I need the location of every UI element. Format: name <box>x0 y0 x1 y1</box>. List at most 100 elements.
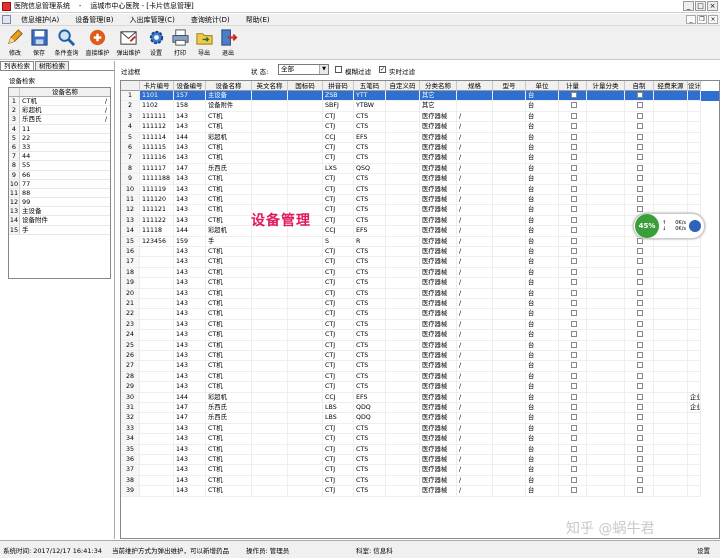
self-made-checkbox[interactable] <box>625 111 654 123</box>
self-made-checkbox[interactable] <box>625 392 654 403</box>
export-button[interactable]: 导出 <box>193 26 215 57</box>
table-row[interactable]: 10 111119 143 CT机 CTJ CTS 医疗器械 / 台 <box>121 184 719 195</box>
table-row[interactable]: 2 1102 158 设备附件 SBFJ YTBW 其它 台 <box>121 101 719 112</box>
metering-checkbox[interactable] <box>559 132 587 143</box>
column-header[interactable]: 计量分类 <box>587 81 625 91</box>
list-item[interactable]: 7 44 <box>9 152 110 162</box>
table-row[interactable]: 18 143 CT机 CTJ CTS 医疗器械 / 台 <box>121 267 719 279</box>
self-made-checkbox[interactable] <box>625 288 654 299</box>
metering-checkbox[interactable] <box>559 330 587 341</box>
self-made-checkbox[interactable] <box>625 101 654 112</box>
fuzzy-filter-checkbox[interactable] <box>335 66 342 73</box>
menu-info-maintain[interactable]: 信息维护(A) <box>13 15 67 25</box>
column-header[interactable]: 经费来源 <box>654 81 688 91</box>
metering-checkbox[interactable] <box>559 111 587 123</box>
self-made-checkbox[interactable] <box>625 382 654 393</box>
table-row[interactable]: 12 111121 143 CT机 CTJ CTS 医疗器械 / 台 <box>121 205 719 216</box>
table-row[interactable]: 20 143 CT机 CTJ CTS 医疗器械 / 台 <box>121 288 719 299</box>
metering-checkbox[interactable] <box>559 288 587 299</box>
table-row[interactable]: 21 143 CT机 CTJ CTS 医疗器械 / 台 <box>121 299 719 310</box>
metering-checkbox[interactable] <box>559 361 587 372</box>
condition-query-button[interactable]: 条件查询 <box>52 26 81 57</box>
realtime-filter-checkbox[interactable]: ✓ <box>379 66 386 73</box>
menu-help[interactable]: 帮助(E) <box>238 15 278 25</box>
metering-checkbox[interactable] <box>559 319 587 331</box>
metering-checkbox[interactable] <box>559 236 587 247</box>
self-made-checkbox[interactable] <box>625 371 654 383</box>
metering-checkbox[interactable] <box>559 143 587 154</box>
table-row[interactable]: 13 111122 143 CT机 CTJ CTS 医疗器械 / 台 <box>121 215 719 227</box>
table-row[interactable]: 9 1111188 143 CT机 CTJ CTS 医疗器械 / 台 <box>121 174 719 185</box>
table-row[interactable]: 7 111116 143 CT机 CTJ CTS 医疗器械 / 台 <box>121 153 719 164</box>
list-item[interactable]: 12 99 <box>9 198 110 208</box>
popup-maintain-button[interactable]: 弹出维护 <box>114 26 143 57</box>
column-header[interactable]: 英文名称 <box>252 81 288 91</box>
list-item[interactable]: 10 77 <box>9 179 110 189</box>
table-row[interactable]: 1 1101 157 主设备 ZSB YTT 其它 台 <box>121 91 719 102</box>
table-row[interactable]: 28 143 CT机 CTJ CTS 医疗器械 / 台 <box>121 371 719 383</box>
metering-checkbox[interactable] <box>559 195 587 206</box>
self-made-checkbox[interactable] <box>625 184 654 195</box>
self-made-checkbox[interactable] <box>625 163 654 175</box>
self-made-checkbox[interactable] <box>625 122 654 133</box>
tab-list-search[interactable]: 列表检索 <box>0 61 34 70</box>
card-grid[interactable]: 卡片编号 设备编号 设备名称 英文名称 国标码 拼音码 五笔码 自定义码 分类名称 规格 型号 单位计… <box>120 80 720 539</box>
settings-link[interactable]: 设置 <box>697 545 710 555</box>
table-row[interactable]: 4 111112 143 CT机 CTJ CTS 医疗器械 / 台 <box>121 122 719 133</box>
self-made-checkbox[interactable] <box>625 351 654 362</box>
self-made-checkbox[interactable] <box>625 413 654 424</box>
table-row[interactable]: 25 143 CT机 CTJ CTS 医疗器械 / 台 <box>121 340 719 351</box>
close-button[interactable]: × <box>707 1 718 11</box>
self-made-checkbox[interactable] <box>625 91 654 102</box>
self-made-checkbox[interactable] <box>625 143 654 154</box>
metering-checkbox[interactable] <box>559 174 587 185</box>
column-header[interactable] <box>121 81 140 91</box>
self-made-checkbox[interactable] <box>625 132 654 143</box>
table-row[interactable]: 15 123456 159 手 S R 医疗器械 / 台 <box>121 236 719 247</box>
metering-checkbox[interactable] <box>559 382 587 393</box>
self-made-checkbox[interactable] <box>625 486 654 497</box>
metering-checkbox[interactable] <box>559 309 587 320</box>
metering-checkbox[interactable] <box>559 413 587 424</box>
metering-checkbox[interactable] <box>559 122 587 133</box>
exit-button[interactable]: 退出 <box>217 26 239 57</box>
self-made-checkbox[interactable] <box>625 455 654 466</box>
network-speed-widget[interactable]: 45% ↑ 0K/s ↓ 0K/s <box>633 213 705 239</box>
table-row[interactable]: 32 147 乐西氏 LBS QDQ 医疗器械 / 台 <box>121 413 719 424</box>
direct-maintain-button[interactable]: 直接维护 <box>83 26 112 57</box>
self-made-checkbox[interactable] <box>625 423 654 435</box>
table-row[interactable]: 14 11118 144 彩超机 CCJ EFS 医疗器械 / 台 <box>121 226 719 237</box>
table-row[interactable]: 17 143 CT机 CTJ CTS 医疗器械 / 台 <box>121 257 719 268</box>
column-header[interactable]: 设备编号 <box>174 81 206 91</box>
metering-checkbox[interactable] <box>559 455 587 466</box>
column-header[interactable]: 卡片编号 <box>140 81 174 91</box>
table-row[interactable]: 30 144彩超机 CCJEFS 医疗器械/ 台 企业 <box>121 392 719 403</box>
list-item[interactable]: 14 设备附件 <box>9 216 110 226</box>
edit-button[interactable]: 修改 <box>4 26 26 57</box>
child-restore-button[interactable]: ❐ <box>697 15 707 24</box>
device-name-list[interactable]: 设备名称 1 CT机/2 彩超机/3 乐西氏/4 11 5 22 6 33 7 44 8 55 9 66 10… <box>8 87 111 279</box>
metering-checkbox[interactable] <box>559 340 587 351</box>
self-made-checkbox[interactable] <box>625 257 654 268</box>
save-button[interactable]: 保存 <box>28 26 50 57</box>
table-row[interactable]: 22 143 CT机 CTJ CTS 医疗器械 / 台 <box>121 309 719 320</box>
list-item[interactable]: 8 55 <box>9 161 110 171</box>
metering-checkbox[interactable] <box>559 267 587 279</box>
minimize-button[interactable]: _ <box>683 1 694 11</box>
list-item[interactable]: 2 彩超机 / <box>9 106 110 116</box>
table-row[interactable]: 19 143 CT机 CTJ CTS 医疗器械 / 台 <box>121 278 719 289</box>
metering-checkbox[interactable] <box>559 465 587 476</box>
self-made-checkbox[interactable] <box>625 319 654 331</box>
table-row[interactable]: 16 143 CT机 CTJ CTS 医疗器械 / 台 <box>121 247 719 258</box>
metering-checkbox[interactable] <box>559 257 587 268</box>
settings-button[interactable]: 设置 <box>145 26 167 57</box>
table-row[interactable]: 23 143 CT机 CTJ CTS 医疗器械 / 台 <box>121 319 719 331</box>
self-made-checkbox[interactable] <box>625 434 654 445</box>
column-header[interactable]: 规格 <box>457 81 493 91</box>
table-row[interactable]: 6 111115 143 CT机 CTJ CTS 医疗器械 / 台 <box>121 143 719 154</box>
metering-checkbox[interactable] <box>559 205 587 216</box>
metering-checkbox[interactable] <box>559 423 587 435</box>
table-row[interactable]: 38 143 CT机 CTJ CTS 医疗器械 / 台 <box>121 475 719 487</box>
self-made-checkbox[interactable] <box>625 361 654 372</box>
column-header[interactable]: 分类名称 <box>420 81 457 91</box>
